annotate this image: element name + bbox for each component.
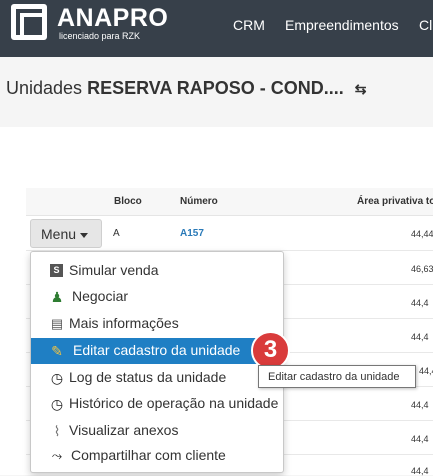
clock-icon: ◷ <box>50 370 64 386</box>
brand-name: ANAPRO <box>57 4 169 32</box>
nav-crm[interactable]: CRM <box>233 17 265 33</box>
share-icon: ⤳ <box>51 448 63 463</box>
menu-item-label: Editar cadastro da unidade <box>73 342 241 358</box>
brand-subtitle: licenciado para RZK <box>59 31 141 41</box>
row-actions-dropdown: S Simular venda ♟ Negociar ▤ Mais inform… <box>30 251 284 473</box>
menu-item-label: Visualizar anexos <box>69 422 179 438</box>
menu-button-label: Menu <box>41 226 77 242</box>
menu-item-visualizar-anexos[interactable]: ⌇ Visualizar anexos <box>31 418 283 444</box>
page-title-prefix: Unidades <box>6 78 83 98</box>
page-title: Unidades RESERVA RAPOSO - COND.... ⇆ <box>6 78 367 99</box>
caret-down-icon <box>80 232 89 238</box>
table-header: Bloco Número Área privativa tota <box>26 188 433 216</box>
menu-item-mais-informacoes[interactable]: ▤ Mais informações <box>31 311 283 337</box>
cell-area: 44,4 <box>411 332 429 342</box>
menu-item-editar-cadastro[interactable]: ✎ Editar cadastro da unidade <box>31 338 283 364</box>
header-numero: Número <box>180 196 218 207</box>
cell-numero-link[interactable]: A157 <box>180 228 204 239</box>
cell-area: 44,44 <box>411 229 433 239</box>
menu-item-log-status[interactable]: ◷ Log de status da unidade <box>31 365 283 391</box>
menu-item-compartilhar[interactable]: ⤳ Compartilhar com cliente <box>31 443 283 469</box>
tooltip: Editar cadastro da unidade <box>258 365 416 388</box>
menu-item-simular-venda[interactable]: S Simular venda <box>31 258 283 284</box>
anapro-logo-icon <box>11 4 47 40</box>
top-navbar: ANAPRO licenciado para RZK CRM Empreendi… <box>0 0 433 57</box>
nav-cl[interactable]: Cl <box>419 17 432 33</box>
header-area: Área privativa tota <box>357 196 433 207</box>
row-menu-button[interactable]: Menu <box>30 219 102 248</box>
page-title-development: RESERVA RAPOSO - COND.... <box>87 78 344 98</box>
menu-item-label: Mais informações <box>69 315 179 331</box>
info-doc-icon: ▤ <box>50 316 64 331</box>
clock-icon: ◷ <box>50 396 64 412</box>
menu-item-label: Negociar <box>72 288 129 304</box>
header-bloco: Bloco <box>114 196 142 207</box>
simulate-icon: S <box>50 264 63 277</box>
menu-item-label: Histórico de operação na unidade <box>69 395 279 411</box>
swap-icon[interactable]: ⇆ <box>355 81 367 98</box>
menu-item-historico-operacao[interactable]: ◷ Histórico de operação na unidade <box>31 391 283 417</box>
negotiate-icon: ♟ <box>50 289 64 305</box>
menu-item-label: Log de status da unidade <box>69 369 227 385</box>
cell-area: 44,4 <box>419 366 433 376</box>
cell-area: 44,4 <box>411 434 429 444</box>
menu-item-negociar[interactable]: ♟ Negociar <box>31 284 283 310</box>
menu-item-label: Simular venda <box>69 262 159 278</box>
edit-pencil-icon: ✎ <box>51 343 63 359</box>
cell-bloco: A <box>113 228 120 239</box>
paperclip-icon: ⌇ <box>53 423 61 439</box>
menu-item-label: Compartilhar com cliente <box>71 447 226 463</box>
cell-area: 44,4 <box>411 298 429 308</box>
cell-area: 46,63 <box>411 264 433 274</box>
nav-empreendimentos[interactable]: Empreendimentos <box>285 17 399 33</box>
cell-area: 44,4 <box>411 400 429 410</box>
